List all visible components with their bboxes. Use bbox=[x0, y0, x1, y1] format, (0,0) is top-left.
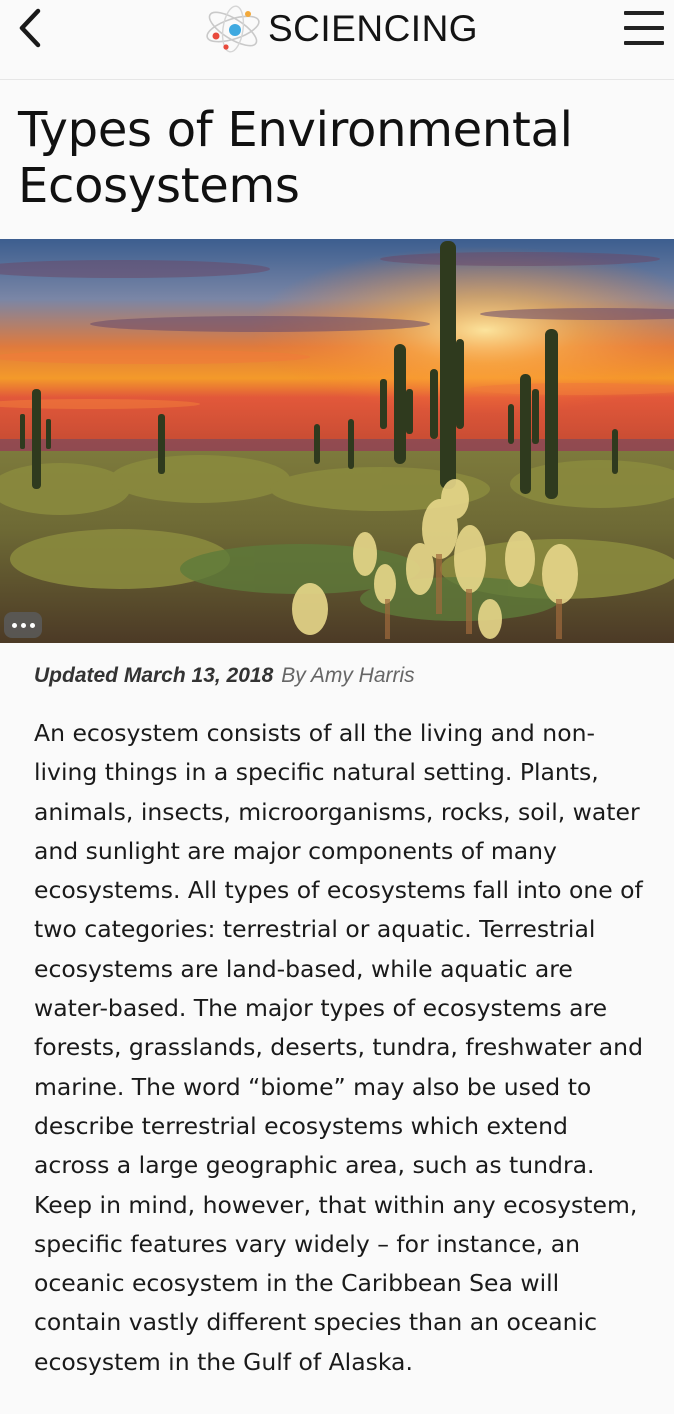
top-navigation-bar: SCIENCING bbox=[0, 0, 674, 80]
article-body-paragraph: An ecosystem consists of all the living … bbox=[34, 719, 643, 1376]
article-page: SCIENCING Types of Environmental Ecosyst… bbox=[0, 0, 674, 1414]
logo-text: SCIENCING bbox=[268, 8, 479, 49]
desert-sunset-illustration bbox=[0, 239, 674, 643]
menu-bar bbox=[624, 11, 664, 15]
hamburger-menu-button[interactable] bbox=[622, 8, 666, 48]
image-more-options-button[interactable] bbox=[4, 612, 42, 638]
ellipsis-icon bbox=[11, 622, 17, 628]
article-title: Types of Environmental Ecosystems bbox=[18, 102, 573, 214]
menu-bar bbox=[624, 26, 664, 30]
ellipsis-icon bbox=[29, 622, 35, 628]
updated-date: Updated March 13, 2018 bbox=[34, 664, 274, 687]
site-logo[interactable]: SCIENCING bbox=[202, 4, 478, 54]
atom-logo-icon bbox=[206, 5, 260, 53]
hero-image bbox=[0, 239, 674, 643]
author-name[interactable]: By Amy Harris bbox=[281, 664, 414, 687]
menu-bar bbox=[624, 41, 664, 45]
back-button[interactable] bbox=[10, 6, 50, 50]
article-byline: Updated March 13, 2018 By Amy Harris bbox=[34, 664, 415, 688]
ellipsis-icon bbox=[20, 622, 26, 628]
chevron-left-icon bbox=[19, 8, 41, 48]
